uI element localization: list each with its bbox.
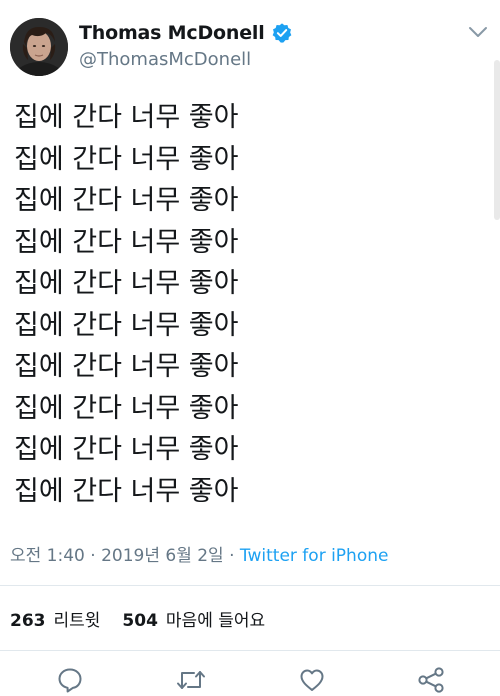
tweet-stats: 263 리트윗 504 마음에 들어요	[10, 606, 265, 631]
name-row: Thomas McDonell	[79, 20, 293, 46]
divider	[0, 585, 500, 586]
retweet-icon	[177, 671, 205, 689]
share-button[interactable]	[416, 665, 446, 695]
retweet-button[interactable]	[176, 665, 206, 695]
tweet-text-line: 집에 간다 너무 좋아	[14, 392, 239, 424]
tweet-text-line: 집에 간다 너무 좋아	[14, 309, 239, 341]
tweet-meta: 오전 1:40 · 2019년 6월 2일 · Twitter for iPho…	[10, 541, 388, 566]
tweet-source-link[interactable]: Twitter for iPhone	[240, 546, 389, 566]
tweet-text-line: 집에 간다 너무 좋아	[14, 185, 239, 216]
reply-button[interactable]	[55, 665, 85, 695]
chevron-down-icon[interactable]	[467, 24, 489, 40]
tweet-actions	[0, 657, 500, 696]
like-label[interactable]: 마음에 들어요	[166, 606, 265, 631]
tweet-date: 2019년 6월 2일	[101, 546, 224, 566]
meta-separator: ·	[84, 546, 102, 566]
verified-badge-icon	[272, 23, 291, 43]
reply-icon	[58, 668, 82, 693]
retweet-label[interactable]: 리트윗	[54, 606, 101, 631]
user-handle[interactable]: @ThomasMcDonell	[79, 49, 251, 70]
tweet-detail: Thomas McDonell @ThomasMcDonell 집에 간다 너무…	[0, 0, 500, 696]
meta-separator: ·	[223, 546, 240, 566]
scrollbar[interactable]	[494, 60, 500, 220]
tweet-text-line: 집에 간다 너무 좋아	[14, 226, 239, 258]
like-count[interactable]: 504	[122, 611, 158, 631]
heart-icon	[300, 669, 324, 691]
retweet-count[interactable]: 263	[10, 611, 46, 631]
tweet-text-line: 집에 간다 너무 좋아	[14, 351, 239, 382]
avatar-image	[10, 18, 68, 76]
tweet-text-line: 집에 간다 너무 좋아	[14, 143, 239, 175]
tweet-text-line: 집에 간다 너무 좋아	[14, 102, 239, 133]
like-button[interactable]	[297, 665, 327, 695]
tweet-header: Thomas McDonell @ThomasMcDonell	[0, 0, 500, 92]
tweet-text: 집에 간다 너무 좋아 집에 간다 너무 좋아 집에 간다 너무 좋아 집에 간…	[14, 97, 484, 512]
tweet-text-line: 집에 간다 너무 좋아	[14, 434, 239, 465]
share-icon	[418, 667, 444, 693]
tweet-text-line: 집에 간다 너무 좋아	[14, 475, 239, 507]
tweet-time: 오전 1:40	[10, 546, 85, 566]
avatar[interactable]	[10, 18, 68, 76]
display-name[interactable]: Thomas McDonell	[79, 22, 265, 44]
tweet-text-line: 집에 간다 너무 좋아	[14, 268, 239, 299]
divider	[0, 650, 500, 651]
